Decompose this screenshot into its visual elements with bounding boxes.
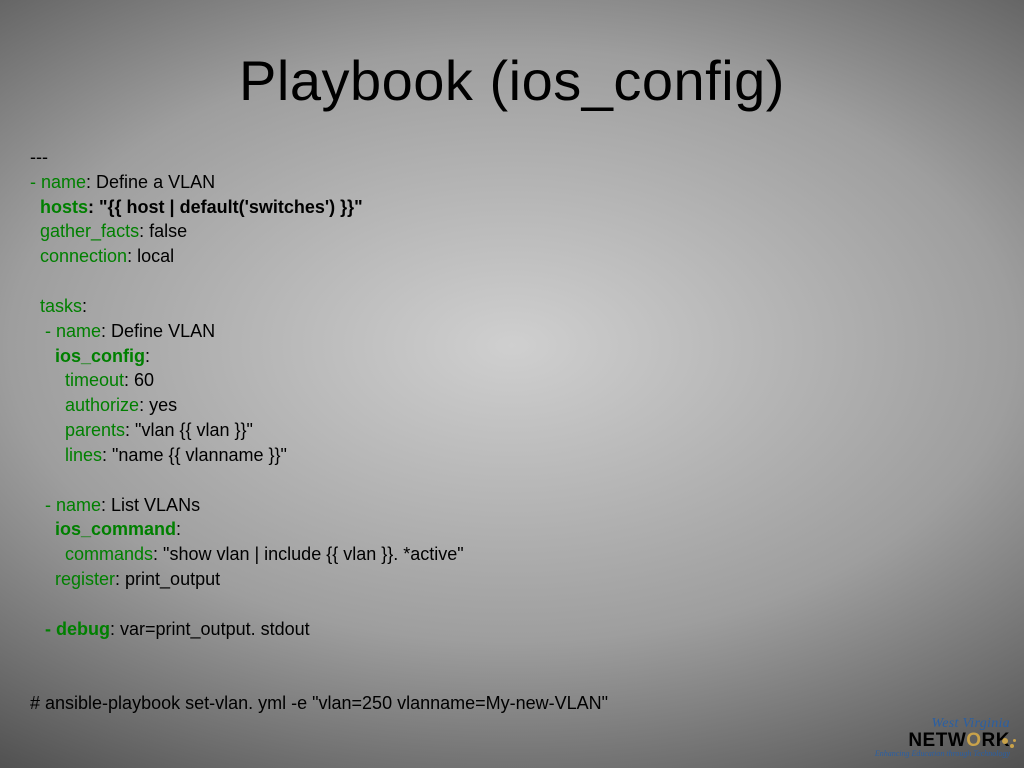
key-ios-config: ios_config [30,346,145,366]
logo-dots-icon [998,736,1016,754]
val-timeout: : 60 [124,370,154,390]
logo-line2: NETWORK [875,731,1010,750]
val-authorize: : yes [139,395,177,415]
key-authorize: authorize [30,395,139,415]
val-task1-name: : Define VLAN [101,321,215,341]
val-connection: : local [127,246,174,266]
key-debug: - debug [30,619,110,639]
val-tasks: : [82,296,87,316]
key-gather-facts: gather_facts [30,221,139,241]
key-parents: parents [30,420,125,440]
key-register: register [30,569,115,589]
key-commands: commands [30,544,153,564]
val-lines: : "name {{ vlanname }}" [102,445,287,465]
key-lines: lines [30,445,102,465]
key-connection: connection [30,246,127,266]
val-ios-command: : [176,519,181,539]
val-task2-name: : List VLANs [101,495,200,515]
val-name: : Define a VLAN [86,172,215,192]
logo-tagline: Enhancing Education through Technology [875,750,1010,758]
footer-command: # ansible-playbook set-vlan. yml -e "vla… [30,693,608,714]
key-task2-name: - name [30,495,101,515]
val-ios-config: : [145,346,150,366]
slide-title: Playbook (ios_config) [0,0,1024,113]
key-name: - name [30,172,86,192]
playbook-code: --- - name: Define a VLAN hosts: "{{ hos… [30,145,984,642]
slide: Playbook (ios_config) --- - name: Define… [0,0,1024,768]
val-parents: : "vlan {{ vlan }}" [125,420,253,440]
logo: West Virginia NETWORK Enhancing Educatio… [875,717,1010,758]
val-register: : print_output [115,569,220,589]
key-hosts: hosts [30,197,88,217]
logo-o: O [966,730,981,751]
key-task1-name: - name [30,321,101,341]
val-hosts: : "{{ host | default('switches') }}" [88,197,363,217]
key-ios-command: ios_command [30,519,176,539]
logo-line1: West Virginia [875,717,1010,731]
key-timeout: timeout [30,370,124,390]
val-commands: : "show vlan | include {{ vlan }}. *acti… [153,544,464,564]
yaml-doc-start: --- [30,147,48,167]
key-tasks: tasks [30,296,82,316]
val-gather-facts: : false [139,221,187,241]
val-debug: : var=print_output. stdout [110,619,310,639]
logo-netw: NETW [908,730,966,751]
